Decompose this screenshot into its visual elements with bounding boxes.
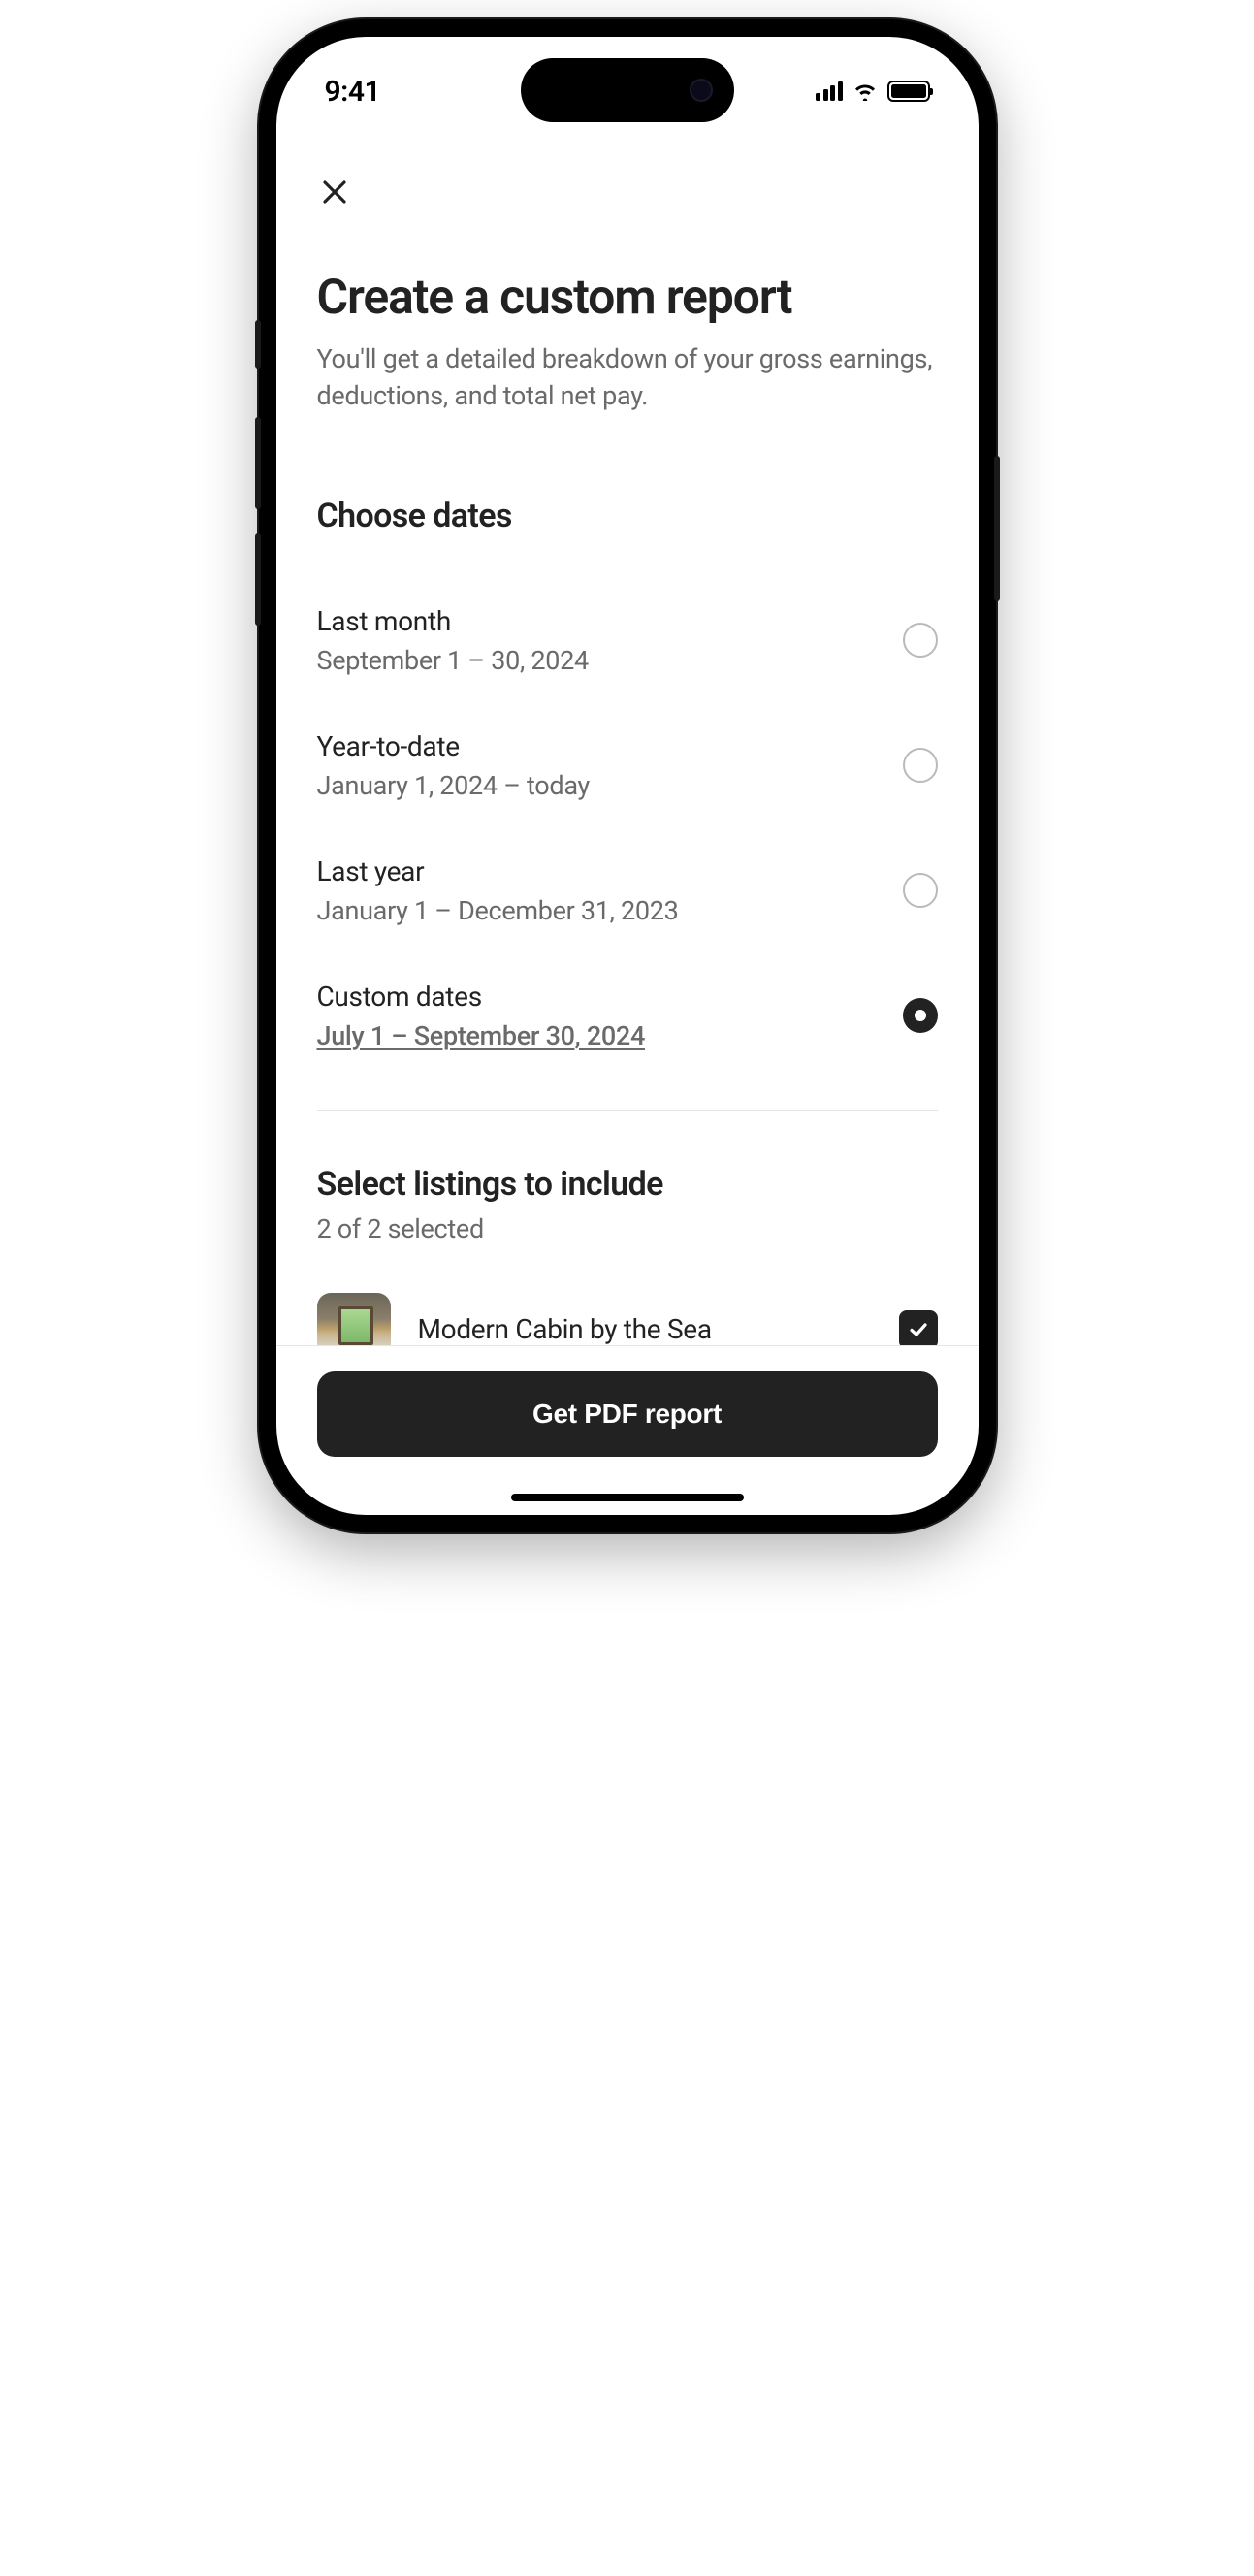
wifi-icon — [852, 81, 878, 101]
date-options-group: Last month September 1 – 30, 2024 Year-t… — [317, 578, 938, 1079]
radio-unchecked[interactable] — [903, 748, 938, 783]
listing-name: Modern Cabin by the Sea — [418, 1313, 872, 1345]
checkmark-icon — [908, 1319, 929, 1340]
date-option-label: Custom dates — [317, 981, 903, 1013]
volume-down-button — [255, 533, 261, 626]
radio-unchecked[interactable] — [903, 623, 938, 658]
date-option-label: Last year — [317, 855, 903, 887]
status-icons — [816, 80, 930, 102]
date-option-range: January 1 – December 31, 2023 — [317, 895, 903, 926]
power-button — [994, 456, 1000, 601]
volume-up-button — [255, 417, 261, 509]
date-option-label: Year-to-date — [317, 730, 903, 762]
listing-thumbnail — [317, 1293, 391, 1345]
listing-row[interactable]: Modern Cabin by the Sea — [317, 1287, 938, 1345]
date-option-last-year[interactable]: Last year January 1 – December 31, 2023 — [317, 828, 938, 953]
battery-icon — [887, 80, 930, 102]
page-subtitle: You'll get a detailed breakdown of your … — [317, 341, 938, 415]
page-title: Create a custom report — [317, 270, 938, 326]
radio-checked[interactable] — [903, 998, 938, 1033]
date-option-custom[interactable]: Custom dates July 1 – September 30, 2024 — [317, 953, 938, 1079]
radio-unchecked[interactable] — [903, 873, 938, 908]
home-indicator[interactable] — [511, 1494, 744, 1501]
main-content: Create a custom report You'll get a deta… — [276, 134, 979, 1345]
custom-date-range-link[interactable]: July 1 – September 30, 2024 — [317, 1020, 903, 1051]
listings-section-title: Select listings to include — [317, 1165, 938, 1204]
side-button — [255, 320, 261, 369]
close-icon — [321, 178, 348, 206]
get-pdf-report-button[interactable]: Get PDF report — [317, 1371, 938, 1457]
footer: Get PDF report — [276, 1345, 979, 1515]
screen: 9:41 Create a custom report You' — [276, 37, 979, 1515]
date-option-range: September 1 – 30, 2024 — [317, 645, 903, 676]
front-camera — [690, 79, 713, 102]
cellular-signal-icon — [816, 81, 843, 101]
checkbox-checked[interactable] — [899, 1310, 938, 1345]
date-option-year-to-date[interactable]: Year-to-date January 1, 2024 – today — [317, 703, 938, 828]
phone-frame: 9:41 Create a custom report You' — [259, 19, 996, 1532]
section-divider — [317, 1110, 938, 1111]
date-option-label: Last month — [317, 605, 903, 637]
status-time: 9:41 — [325, 75, 381, 109]
date-option-last-month[interactable]: Last month September 1 – 30, 2024 — [317, 578, 938, 703]
dates-section-title: Choose dates — [317, 497, 938, 535]
close-button[interactable] — [315, 173, 354, 211]
dynamic-island — [521, 58, 734, 122]
date-option-range: January 1, 2024 – today — [317, 770, 903, 801]
listings-selected-count: 2 of 2 selected — [317, 1213, 938, 1244]
